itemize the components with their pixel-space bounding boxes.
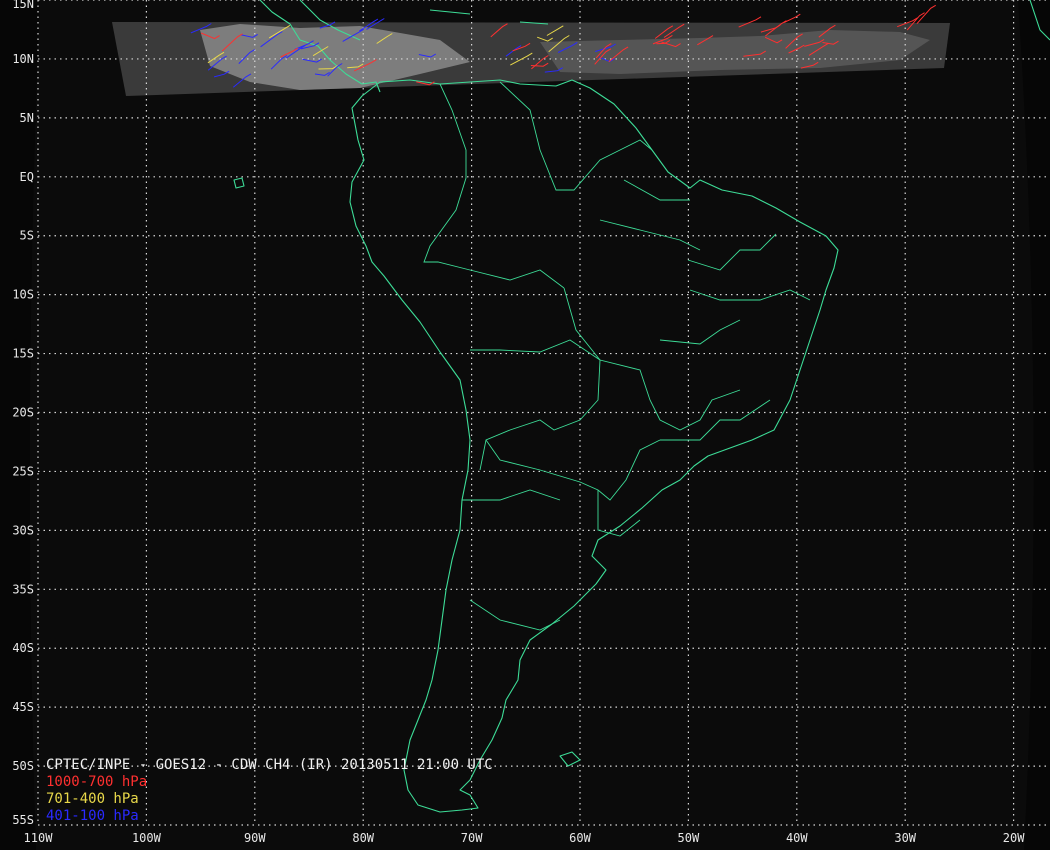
latitude-label: EQ [20, 170, 34, 184]
longitude-label: 50W [678, 831, 700, 845]
longitude-label: 70W [461, 831, 483, 845]
longitude-label: 40W [786, 831, 808, 845]
latitude-label: 20S [12, 406, 34, 420]
latitude-label: 15N [12, 0, 34, 11]
longitude-label: 90W [244, 831, 266, 845]
satellite-wind-map: 15N 10N 5N EQ 5S 10S 15S 20S 25S 30S 35S 40S 45S 50S 5… [0, 0, 1050, 850]
latitude-label: 50S [12, 759, 34, 773]
legend-mid-level: 701-400 hPa [46, 791, 139, 807]
latitude-label: 40S [12, 641, 34, 655]
longitude-label: 100W [132, 831, 162, 845]
latitude-label: 5N [20, 111, 34, 125]
latitude-label: 30S [12, 523, 34, 537]
legend-low-level: 1000-700 hPa [46, 774, 148, 790]
latitude-label: 15S [12, 347, 34, 361]
map-legend: CPTEC/INPE - GOES12 - CDW CH4 (IR) 20130… [46, 757, 493, 825]
map-title: CPTEC/INPE - GOES12 - CDW CH4 (IR) 20130… [46, 757, 493, 773]
longitude-label: 60W [569, 831, 591, 845]
longitude-label: 20W [1003, 831, 1025, 845]
longitude-label: 110W [24, 831, 54, 845]
satellite-disk [29, 0, 1034, 850]
latitude-label: 10N [12, 52, 34, 66]
latitude-label: 10S [12, 288, 34, 302]
longitude-label: 30W [894, 831, 916, 845]
longitude-label: 80W [352, 831, 374, 845]
latitude-label: 25S [12, 464, 34, 478]
latitude-label: 35S [12, 582, 34, 596]
latitude-label: 5S [20, 229, 34, 243]
map-canvas: 15N 10N 5N EQ 5S 10S 15S 20S 25S 30S 35S 40S 45S 50S 5… [0, 0, 1050, 850]
latitude-label: 45S [12, 700, 34, 714]
legend-high-level: 401-100 hPa [46, 808, 139, 824]
latitude-label: 55S [12, 813, 34, 827]
